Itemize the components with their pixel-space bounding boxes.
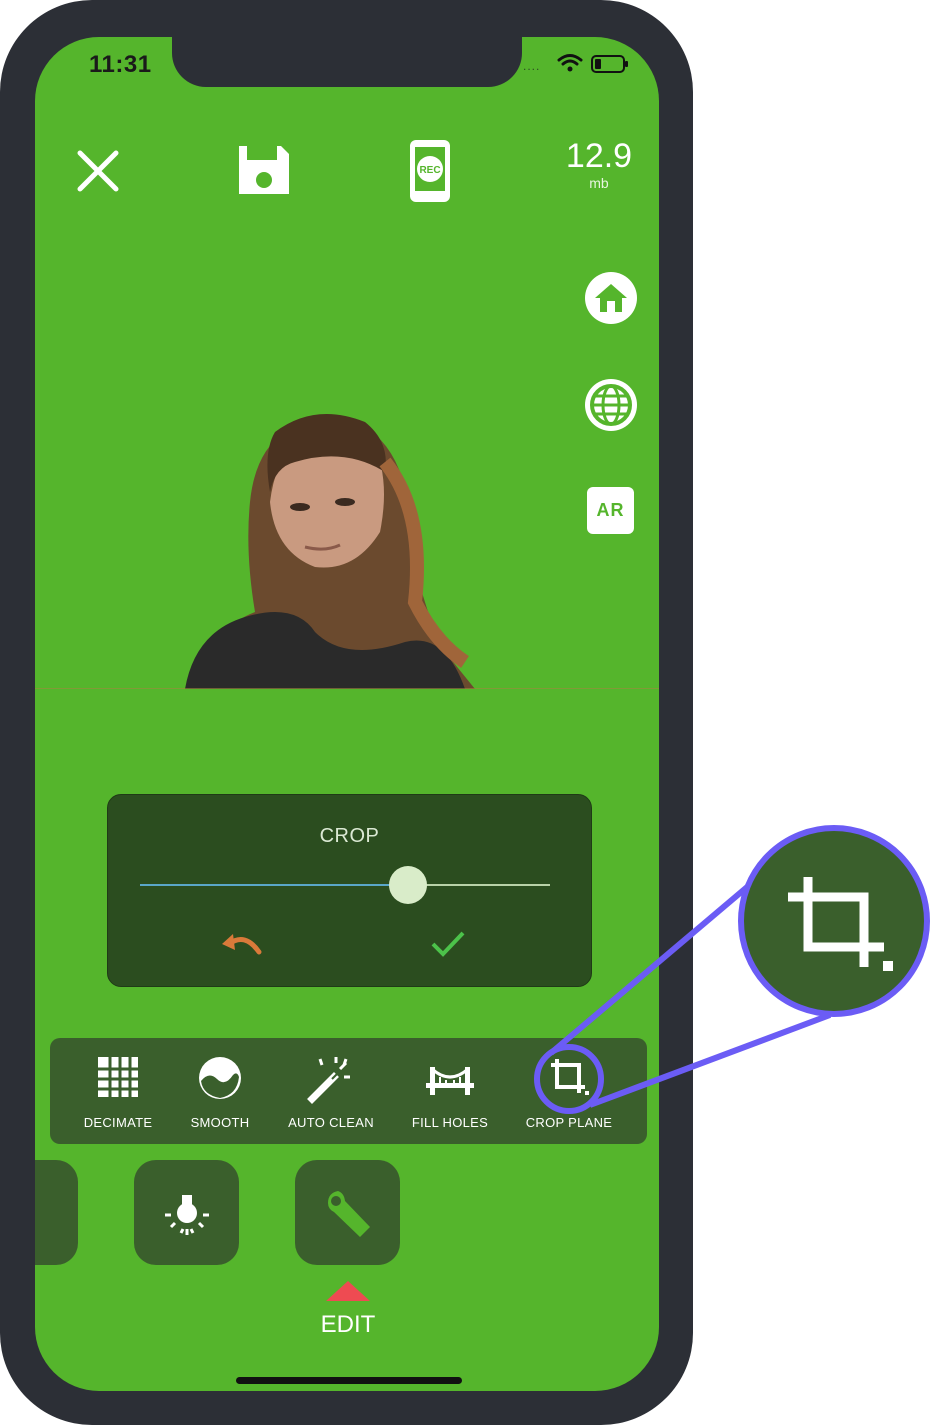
- callout-connector: [534, 852, 832, 1114]
- crop-plane-zoom-callout: [738, 825, 930, 1017]
- crop-icon: [788, 877, 893, 971]
